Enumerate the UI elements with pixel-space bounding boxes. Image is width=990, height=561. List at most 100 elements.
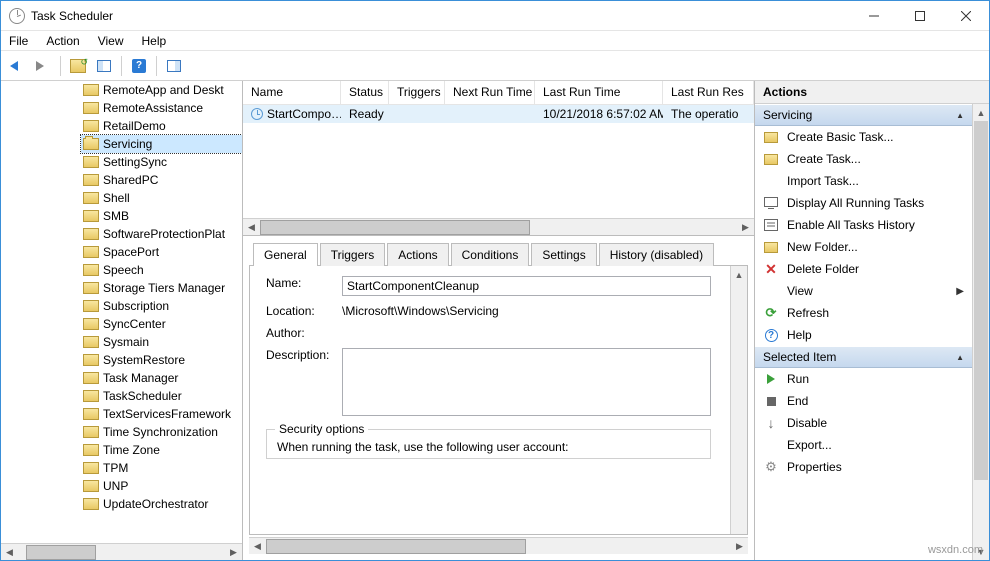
scroll-right-icon[interactable]: ▶ bbox=[737, 219, 754, 236]
action-item[interactable]: Create Basic Task... bbox=[755, 126, 972, 148]
scroll-thumb[interactable] bbox=[260, 220, 530, 235]
tree-item[interactable]: RemoteApp and Deskt bbox=[81, 81, 242, 99]
scroll-up-icon[interactable]: ▲ bbox=[973, 104, 989, 121]
scroll-thumb[interactable] bbox=[266, 539, 526, 554]
action-item[interactable]: ⚙Properties bbox=[755, 456, 972, 478]
tab-general[interactable]: General bbox=[253, 243, 318, 266]
back-button[interactable] bbox=[5, 54, 29, 78]
tasklist-hscrollbar[interactable]: ◀ ▶ bbox=[243, 218, 754, 235]
tree-item[interactable]: Storage Tiers Manager bbox=[81, 279, 242, 297]
tree-item[interactable]: SettingSync bbox=[81, 153, 242, 171]
scroll-thumb[interactable] bbox=[974, 121, 988, 480]
collapse-icon: ▲ bbox=[956, 111, 964, 120]
task-triggers bbox=[389, 113, 445, 115]
tree-item[interactable]: TextServicesFramework bbox=[81, 405, 242, 423]
folder-icon bbox=[83, 462, 99, 474]
arrow-left-icon bbox=[10, 61, 24, 71]
minimize-button[interactable] bbox=[851, 1, 897, 31]
description-field[interactable] bbox=[342, 348, 711, 416]
section-head-selected[interactable]: Selected Item ▲ bbox=[755, 346, 972, 368]
tree-item[interactable]: SoftwareProtectionPlat bbox=[81, 225, 242, 243]
tab-triggers[interactable]: Triggers bbox=[320, 243, 386, 266]
task-rows[interactable]: StartCompo… Ready 10/21/2018 6:57:02 AM … bbox=[243, 105, 754, 218]
scroll-right-icon[interactable]: ▶ bbox=[731, 538, 748, 555]
label-author: Author: bbox=[266, 326, 342, 340]
action-item[interactable]: Display All Running Tasks bbox=[755, 192, 972, 214]
col-status[interactable]: Status bbox=[341, 81, 389, 104]
action-item[interactable]: ↓Disable bbox=[755, 412, 972, 434]
action-item[interactable]: Enable All Tasks History bbox=[755, 214, 972, 236]
action-item[interactable]: ?Help bbox=[755, 324, 972, 346]
tree-item[interactable]: UNP bbox=[81, 477, 242, 495]
scroll-left-icon[interactable]: ◀ bbox=[243, 219, 260, 236]
tab-conditions[interactable]: Conditions bbox=[451, 243, 530, 266]
help-button[interactable]: ? bbox=[127, 54, 151, 78]
col-last[interactable]: Last Run Time bbox=[535, 81, 663, 104]
tree-item[interactable]: Time Zone bbox=[81, 441, 242, 459]
details-vscrollbar[interactable]: ▲ bbox=[730, 266, 747, 534]
tree-item[interactable]: Sysmain bbox=[81, 333, 242, 351]
tree-item-label: Speech bbox=[103, 263, 144, 277]
col-name[interactable]: Name bbox=[243, 81, 341, 104]
tree-item[interactable]: Time Synchronization bbox=[81, 423, 242, 441]
action-item[interactable]: ⟳Refresh bbox=[755, 302, 972, 324]
tree-item[interactable]: Servicing bbox=[81, 135, 242, 153]
tree-item[interactable]: RemoteAssistance bbox=[81, 99, 242, 117]
menu-file[interactable]: File bbox=[7, 32, 30, 50]
collapse-icon: ▲ bbox=[956, 353, 964, 362]
action-item[interactable]: End bbox=[755, 390, 972, 412]
tree-item[interactable]: UpdateOrchestrator bbox=[81, 495, 242, 513]
action-item[interactable]: Create Task... bbox=[755, 148, 972, 170]
scroll-left-icon[interactable]: ◀ bbox=[249, 538, 266, 555]
tab-settings[interactable]: Settings bbox=[531, 243, 596, 266]
close-button[interactable] bbox=[943, 1, 989, 31]
action-item[interactable]: ✕Delete Folder bbox=[755, 258, 972, 280]
tree-item[interactable]: SharedPC bbox=[81, 171, 242, 189]
action-item[interactable]: Import Task... bbox=[755, 170, 972, 192]
action-item[interactable]: Export... bbox=[755, 434, 972, 456]
tree-item[interactable]: SMB bbox=[81, 207, 242, 225]
tree-item[interactable]: TaskScheduler bbox=[81, 387, 242, 405]
tree-item[interactable]: Subscription bbox=[81, 297, 242, 315]
details-hscrollbar[interactable]: ◀ ▶ bbox=[249, 537, 748, 554]
details-pane: General Triggers Actions Conditions Sett… bbox=[243, 236, 754, 560]
col-next[interactable]: Next Run Time bbox=[445, 81, 535, 104]
scroll-up-icon[interactable]: ▲ bbox=[731, 266, 747, 283]
tree-item[interactable]: Shell bbox=[81, 189, 242, 207]
tree-item[interactable]: Task Manager bbox=[81, 369, 242, 387]
menu-action[interactable]: Action bbox=[44, 32, 81, 50]
tab-actions[interactable]: Actions bbox=[387, 243, 448, 266]
tree-item[interactable]: SpacePort bbox=[81, 243, 242, 261]
scroll-right-icon[interactable]: ▶ bbox=[225, 544, 242, 561]
tab-history[interactable]: History (disabled) bbox=[599, 243, 714, 266]
actions-vscrollbar[interactable]: ▲ ▼ bbox=[972, 104, 989, 560]
col-triggers[interactable]: Triggers bbox=[389, 81, 445, 104]
up-button[interactable] bbox=[66, 54, 90, 78]
col-result[interactable]: Last Run Res bbox=[663, 81, 754, 104]
play-icon bbox=[763, 371, 779, 387]
tree-item[interactable]: Speech bbox=[81, 261, 242, 279]
label-location: Location: bbox=[266, 304, 342, 318]
scroll-thumb[interactable] bbox=[26, 545, 96, 560]
tree-item[interactable]: RetailDemo bbox=[81, 117, 242, 135]
tree-item[interactable]: TPM bbox=[81, 459, 242, 477]
action-item[interactable]: View▶ bbox=[755, 280, 972, 302]
pane-toggle-2[interactable] bbox=[162, 54, 186, 78]
tree-hscrollbar[interactable]: ◀ ▶ bbox=[1, 543, 242, 560]
tree-scroll[interactable]: RemoteApp and DesktRemoteAssistanceRetai… bbox=[1, 81, 242, 543]
forward-button[interactable] bbox=[31, 54, 55, 78]
section-head-context[interactable]: Servicing ▲ bbox=[755, 104, 972, 126]
maximize-button[interactable] bbox=[897, 1, 943, 31]
folder-icon bbox=[83, 282, 99, 294]
name-field[interactable] bbox=[342, 276, 711, 296]
action-item[interactable]: Run bbox=[755, 368, 972, 390]
folder-icon bbox=[83, 300, 99, 312]
task-row[interactable]: StartCompo… Ready 10/21/2018 6:57:02 AM … bbox=[243, 105, 754, 123]
menu-view[interactable]: View bbox=[96, 32, 126, 50]
pane-toggle-1[interactable] bbox=[92, 54, 116, 78]
tree-item[interactable]: SyncCenter bbox=[81, 315, 242, 333]
menu-help[interactable]: Help bbox=[140, 32, 169, 50]
scroll-left-icon[interactable]: ◀ bbox=[1, 544, 18, 561]
action-item[interactable]: New Folder... bbox=[755, 236, 972, 258]
tree-item[interactable]: SystemRestore bbox=[81, 351, 242, 369]
